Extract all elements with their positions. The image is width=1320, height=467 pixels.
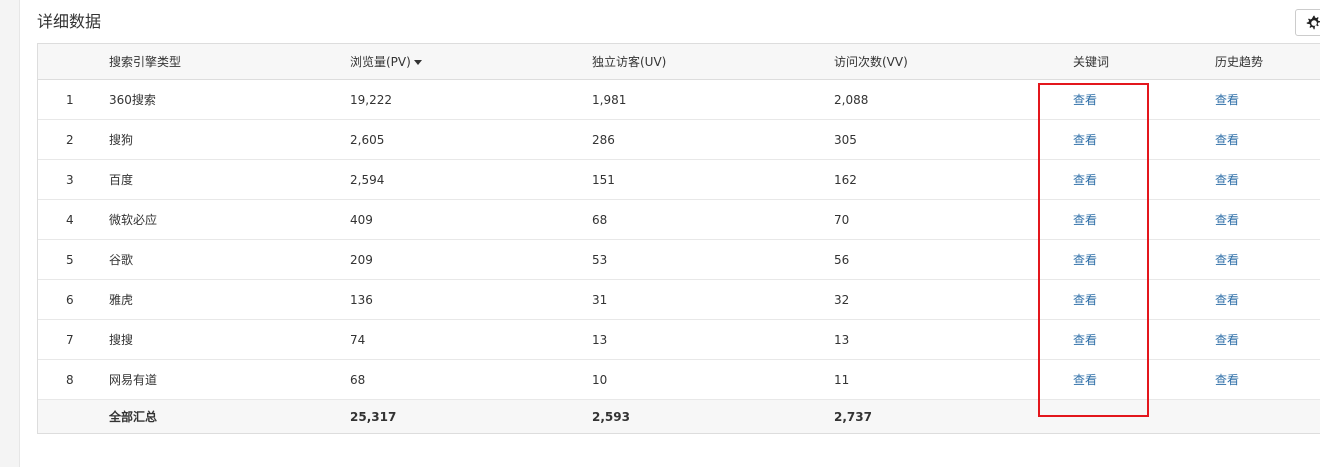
row-uv: 68: [592, 212, 608, 227]
header-pv[interactable]: 浏览量(PV): [350, 44, 422, 79]
row-engine: 谷歌: [109, 253, 134, 267]
view-history-link[interactable]: 查看: [1215, 291, 1239, 308]
view-history-link[interactable]: 查看: [1215, 211, 1239, 228]
row-vv: 70: [834, 212, 850, 227]
gear-icon: [1306, 15, 1320, 30]
row-engine: 搜搜: [109, 333, 134, 347]
header-engine-type: 搜索引擎类型: [109, 55, 182, 69]
view-keywords-link[interactable]: 查看: [1073, 371, 1097, 388]
header-history: 历史趋势: [1215, 55, 1264, 69]
row-vv: 162: [834, 172, 857, 187]
table-row: 3 百度 2,594 151 162 查看 查看: [38, 160, 1320, 200]
row-pv: 409: [350, 212, 373, 227]
row-vv: 13: [834, 332, 850, 347]
view-keywords-link[interactable]: 查看: [1073, 211, 1097, 228]
view-keywords-link[interactable]: 查看: [1073, 171, 1097, 188]
table-row: 5 谷歌 209 53 56 查看 查看: [38, 240, 1320, 280]
view-history-link[interactable]: 查看: [1215, 371, 1239, 388]
view-keywords-link[interactable]: 查看: [1073, 331, 1097, 348]
row-pv: 136: [350, 292, 373, 307]
view-history-link[interactable]: 查看: [1215, 331, 1239, 348]
row-uv: 10: [592, 372, 608, 387]
view-keywords-link[interactable]: 查看: [1073, 291, 1097, 308]
row-engine: 雅虎: [109, 293, 134, 307]
table-header: 搜索引擎类型 浏览量(PV) 独立访客(UV) 访问次数(VV) 关键词 历史趋…: [38, 44, 1320, 80]
row-uv: 286: [592, 132, 615, 147]
view-keywords-link[interactable]: 查看: [1073, 91, 1097, 108]
row-vv: 11: [834, 372, 850, 387]
row-pv: 2,594: [350, 172, 385, 187]
sort-desc-icon: [413, 59, 422, 65]
view-history-link[interactable]: 查看: [1215, 131, 1239, 148]
detail-table: 搜索引擎类型 浏览量(PV) 独立访客(UV) 访问次数(VV) 关键词 历史趋…: [37, 43, 1320, 434]
row-uv: 1,981: [592, 92, 627, 107]
table-row: 7 搜搜 74 13 13 查看 查看: [38, 320, 1320, 360]
row-uv: 31: [592, 292, 608, 307]
table-row: 2 搜狗 2,605 286 305 查看 查看: [38, 120, 1320, 160]
total-vv: 2,737: [834, 409, 872, 424]
table-row: 1 360搜索 19,222 1,981 2,088 查看 查看: [38, 80, 1320, 120]
view-history-link[interactable]: 查看: [1215, 91, 1239, 108]
row-pv: 68: [350, 372, 366, 387]
row-pv: 2,605: [350, 132, 385, 147]
row-pv: 209: [350, 252, 373, 267]
row-index: 6: [66, 292, 74, 307]
row-pv: 19,222: [350, 92, 392, 107]
page: 详细数据 搜索引擎类型 浏览量(PV) 独立访客(UV) 访问次数(VV) 关键…: [0, 0, 1320, 467]
row-engine: 360搜索: [109, 93, 156, 107]
row-uv: 53: [592, 252, 608, 267]
row-index: 5: [66, 252, 74, 267]
row-index: 7: [66, 332, 74, 347]
table-total-row: 全部汇总 25,317 2,593 2,737: [38, 400, 1320, 433]
header-vv[interactable]: 访问次数(VV): [834, 44, 908, 79]
view-keywords-link[interactable]: 查看: [1073, 131, 1097, 148]
row-pv: 74: [350, 332, 366, 347]
row-engine: 微软必应: [109, 213, 158, 227]
row-index: 1: [66, 92, 74, 107]
view-history-link[interactable]: 查看: [1215, 251, 1239, 268]
header-pv-label: 浏览量(PV): [350, 55, 411, 69]
table-row: 6 雅虎 136 31 32 查看 查看: [38, 280, 1320, 320]
row-index: 4: [66, 212, 74, 227]
row-uv: 13: [592, 332, 608, 347]
row-engine: 百度: [109, 173, 134, 187]
row-vv: 305: [834, 132, 857, 147]
header-uv[interactable]: 独立访客(UV): [592, 44, 666, 79]
settings-button[interactable]: [1295, 9, 1320, 36]
section-title: 详细数据: [37, 12, 102, 31]
total-uv: 2,593: [592, 409, 630, 424]
row-engine: 网易有道: [109, 373, 158, 387]
table-row: 8 网易有道 68 10 11 查看 查看: [38, 360, 1320, 400]
row-uv: 151: [592, 172, 615, 187]
header-keywords: 关键词: [1073, 55, 1110, 69]
row-vv: 32: [834, 292, 850, 307]
row-index: 3: [66, 172, 74, 187]
view-keywords-link[interactable]: 查看: [1073, 251, 1097, 268]
total-pv: 25,317: [350, 409, 397, 424]
left-gutter: [0, 0, 20, 467]
row-index: 8: [66, 372, 74, 387]
row-index: 2: [66, 132, 74, 147]
table-row: 4 微软必应 409 68 70 查看 查看: [38, 200, 1320, 240]
row-vv: 56: [834, 252, 850, 267]
row-vv: 2,088: [834, 92, 869, 107]
total-label: 全部汇总: [109, 410, 158, 424]
view-history-link[interactable]: 查看: [1215, 171, 1239, 188]
row-engine: 搜狗: [109, 133, 134, 147]
